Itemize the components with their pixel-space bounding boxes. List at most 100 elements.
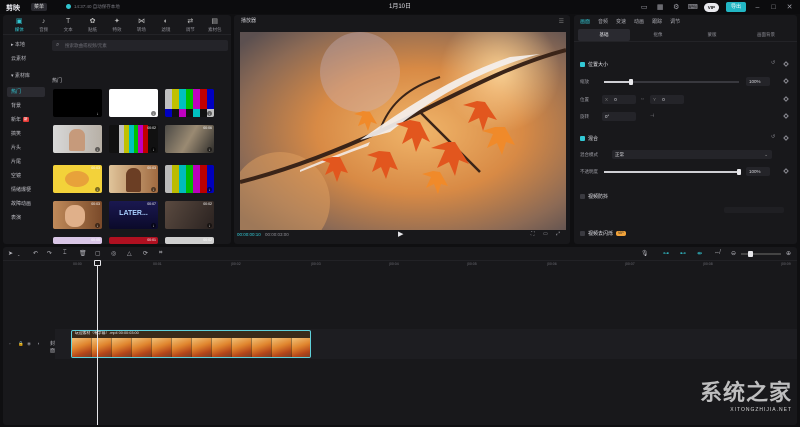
rotate-field[interactable]: 0° [602,112,636,121]
crop-icon[interactable]: ⛶ [531,231,535,237]
media-thumb[interactable]: 00:05 [53,237,102,244]
sidebar-item-library[interactable]: ▾ 素材库 [7,71,45,81]
media-search-input[interactable]: ⌕ 搜索歌曲或视频/元素 [52,40,228,51]
crop-icon[interactable]: ⌗ [159,250,162,257]
freeze-icon[interactable]: ▢ [95,250,101,257]
project-title[interactable]: 1月10日 [360,3,440,11]
playhead-handle[interactable] [94,260,101,266]
sidebar-item-newyear[interactable]: 新年新 [7,115,45,125]
link-icon[interactable]: ⇹ [697,250,702,257]
export-button[interactable]: 导出 [725,2,746,12]
tool-text[interactable]: T 文本 [57,15,79,34]
media-thumb[interactable]: 00:03 ↓ [109,165,158,193]
keyframe-icon[interactable] [783,168,789,174]
zoom-slider[interactable] [741,253,781,255]
keyframe-icon[interactable] [783,78,789,84]
video-clip[interactable]: 玩迎素材（有字幕）.mp4 00:00:03:00 [71,330,311,358]
tool-effects[interactable]: ✦ 特效 [106,15,128,34]
download-icon[interactable]: ↓ [207,147,212,152]
tool-sticker[interactable]: ✿ 贴纸 [82,15,104,34]
keyframe-icon[interactable] [783,135,789,141]
maximize-icon[interactable]: □ [769,3,778,12]
subtab-mask[interactable]: 蒙版 [686,29,738,41]
redo-icon[interactable]: ↷ [47,250,52,257]
media-thumb[interactable]: LATER... 00:07 ↓ [109,201,158,229]
download-icon[interactable]: ↓ [151,147,156,152]
download-icon[interactable]: ↓ [95,111,100,116]
media-thumb[interactable]: 00:02 [165,237,214,244]
speaker-icon[interactable]: ◖ [37,341,40,346]
tool-adjust[interactable]: ⇄ 调节 [179,15,201,34]
zoom-out-icon[interactable]: ⊖ [731,250,736,257]
tool-transition[interactable]: ⋈ 转场 [130,15,152,34]
rotate-icon[interactable]: ⟳ [143,250,148,257]
sidebar-item-local[interactable]: ▸ 本地 [7,40,45,50]
reverse-icon[interactable]: ◎ [111,250,116,257]
sidebar-item-empty-shot[interactable]: 空镜 [7,171,45,181]
download-icon[interactable]: ↓ [207,187,212,192]
undo-icon[interactable]: ↶ [33,250,38,257]
keyframe-icon[interactable] [783,61,789,67]
minimize-icon[interactable]: – [753,3,762,12]
subtab-cutout[interactable]: 抠像 [632,29,684,41]
sidebar-item-funny[interactable]: 搞笑 [7,129,45,139]
media-thumb[interactable]: ↓ [53,89,102,117]
tab-speed[interactable]: 变速 [616,15,626,29]
sidebar-item-background[interactable]: 背景 [7,101,45,111]
media-thumb[interactable]: 00:03 ↓ [53,165,102,193]
scale-value[interactable]: 100% [746,77,770,86]
microphone-icon[interactable]: 🎙 [641,250,649,257]
keyframe-icon[interactable] [783,96,789,102]
checkbox-icon[interactable] [580,231,585,237]
link-icon[interactable]: ⇔ [640,96,645,102]
download-icon[interactable]: ↓ [151,223,156,228]
sidebar-item-cloud[interactable]: 云素材 [7,54,45,64]
sidebar-item-intro[interactable]: 片头 [7,143,45,153]
checkbox-icon[interactable] [580,62,585,68]
tab-tracking[interactable]: 跟踪 [652,15,662,29]
menu-button[interactable]: 菜单 [31,3,48,11]
preview-axis-icon[interactable]: ⇎ [714,250,720,256]
screen-icon[interactable]: ▭ [640,3,649,12]
layout-icon[interactable]: ▦ [656,3,665,12]
zoom-slider-knob[interactable] [748,250,753,257]
reset-icon[interactable]: ↺ [771,134,775,140]
auto-snap-icon[interactable]: ⊷ [680,250,686,257]
tab-animation[interactable]: 动画 [634,15,644,29]
flip-icon[interactable]: ⊣ [650,113,654,119]
media-thumb[interactable]: 00:01 [109,237,158,244]
stabilize-section[interactable]: 视频防抖 [580,193,608,200]
reset-icon[interactable]: ↺ [771,60,775,66]
cover-label[interactable]: 封面 [50,340,55,354]
playhead[interactable] [97,263,98,425]
position-x-field[interactable]: X 0 [602,95,636,104]
deflicker-section[interactable]: 视频去闪烁 VIP [580,230,626,237]
lock-icon[interactable]: ▫ [9,341,11,346]
media-thumb[interactable]: ↓ [109,89,158,117]
timeline-ruler[interactable]: 00:00 00:01 |00:02 |00:03 |00:04 |00:05 … [71,261,797,269]
main-track-magnet-icon[interactable]: ⊶ [663,250,669,257]
download-icon[interactable]: ↓ [95,147,100,152]
shortcut-icon[interactable]: ⌨ [688,3,698,12]
mirror-icon[interactable]: △ [127,250,132,257]
tool-filter[interactable]: ◐ 滤镜 [155,15,177,34]
sidebar-item-outro[interactable]: 片尾 [7,157,45,167]
sidebar-item-performance[interactable]: 表演 [7,213,45,223]
media-thumb[interactable]: 00:02 ↓ [165,201,214,229]
position-y-field[interactable]: Y 0 [650,95,684,104]
tab-audio[interactable]: 音频 [598,15,608,29]
close-icon[interactable]: ✕ [785,3,794,12]
tool-media[interactable]: ▣ 媒体 [8,15,30,34]
lock-track-icon[interactable]: 🔒 [18,341,24,347]
sidebar-item-glitch[interactable]: 故障动画 [7,199,45,209]
zoom-in-icon[interactable]: ⊕ [786,250,791,257]
blend-mode-select[interactable]: 正常 ⌄ [612,150,772,159]
chevron-down-icon[interactable]: ⌄ [17,252,20,257]
opacity-value[interactable]: 100% [746,167,770,176]
checkbox-icon[interactable] [580,194,585,200]
sidebar-item-hot[interactable]: 热门 [7,87,45,97]
select-tool-icon[interactable]: ➤ [8,250,13,257]
subtab-basic[interactable]: 基础 [578,29,630,41]
blend-section[interactable]: 混合 [580,135,598,142]
menu-icon[interactable]: ☰ [559,18,564,25]
